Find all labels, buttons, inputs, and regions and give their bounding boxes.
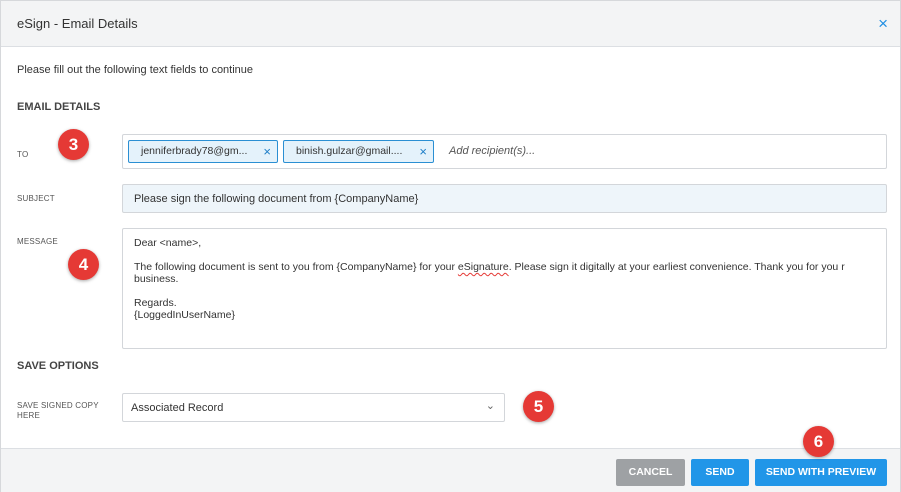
step-marker: 5 xyxy=(523,391,554,422)
to-recipients-field[interactable]: jenniferbrady78@gm... × binish.gulzar@gm… xyxy=(122,134,887,169)
dialog-footer: CANCEL SEND SEND WITH PREVIEW xyxy=(1,448,900,492)
instruction-text: Please fill out the following text field… xyxy=(17,64,254,76)
to-label: TO xyxy=(17,150,29,159)
save-signed-copy-label-line: HERE xyxy=(17,411,41,420)
save-options-heading: SAVE OPTIONS xyxy=(17,360,99,372)
send-with-preview-button[interactable]: SEND WITH PREVIEW xyxy=(755,459,887,486)
subject-input[interactable]: Please sign the following document from … xyxy=(122,184,887,213)
message-body: The following document is sent to you fr… xyxy=(134,261,875,285)
subject-label: SUBJECT xyxy=(17,194,55,203)
remove-recipient-icon[interactable]: × xyxy=(263,141,271,162)
dialog-title: eSign - Email Details xyxy=(17,16,138,31)
esign-email-details-dialog: eSign - Email Details × Please fill out … xyxy=(0,0,901,492)
save-location-select[interactable]: Associated Record ⌄ xyxy=(122,393,505,422)
recipient-chip-label: binish.gulzar@gmail.... xyxy=(296,145,403,157)
message-regards: Regards. xyxy=(134,297,177,309)
message-signature: {LoggedInUserName} xyxy=(134,309,235,321)
save-location-value: Associated Record xyxy=(131,402,224,414)
message-greeting: Dear <name>, xyxy=(134,237,202,249)
recipient-chip: jenniferbrady78@gm... × xyxy=(128,140,278,163)
recipient-chip-label: jenniferbrady78@gm... xyxy=(141,145,248,157)
cancel-button[interactable]: CANCEL xyxy=(616,459,685,486)
chevron-down-icon: ⌄ xyxy=(485,400,495,412)
step-marker: 3 xyxy=(58,129,89,160)
email-details-heading: EMAIL DETAILS xyxy=(17,101,101,113)
remove-recipient-icon[interactable]: × xyxy=(419,141,427,162)
message-body-part: The following document is sent to you fr… xyxy=(134,261,458,273)
send-button[interactable]: SEND xyxy=(691,459,749,486)
step-marker: 4 xyxy=(68,249,99,280)
spellcheck-word: eSignature xyxy=(457,261,509,273)
message-label: MESSAGE xyxy=(17,237,58,246)
message-textarea[interactable]: Dear <name>, The following document is s… xyxy=(122,228,887,349)
save-signed-copy-label-line: SAVE SIGNED COPY xyxy=(17,401,99,410)
step-marker: 6 xyxy=(803,426,834,457)
add-recipient-input[interactable]: Add recipient(s)... xyxy=(449,145,535,157)
save-signed-copy-label: SAVE SIGNED COPY HERE xyxy=(17,401,99,421)
close-icon[interactable]: × xyxy=(878,15,888,32)
dialog-header: eSign - Email Details × xyxy=(1,1,900,47)
recipient-chip: binish.gulzar@gmail.... × xyxy=(283,140,434,163)
